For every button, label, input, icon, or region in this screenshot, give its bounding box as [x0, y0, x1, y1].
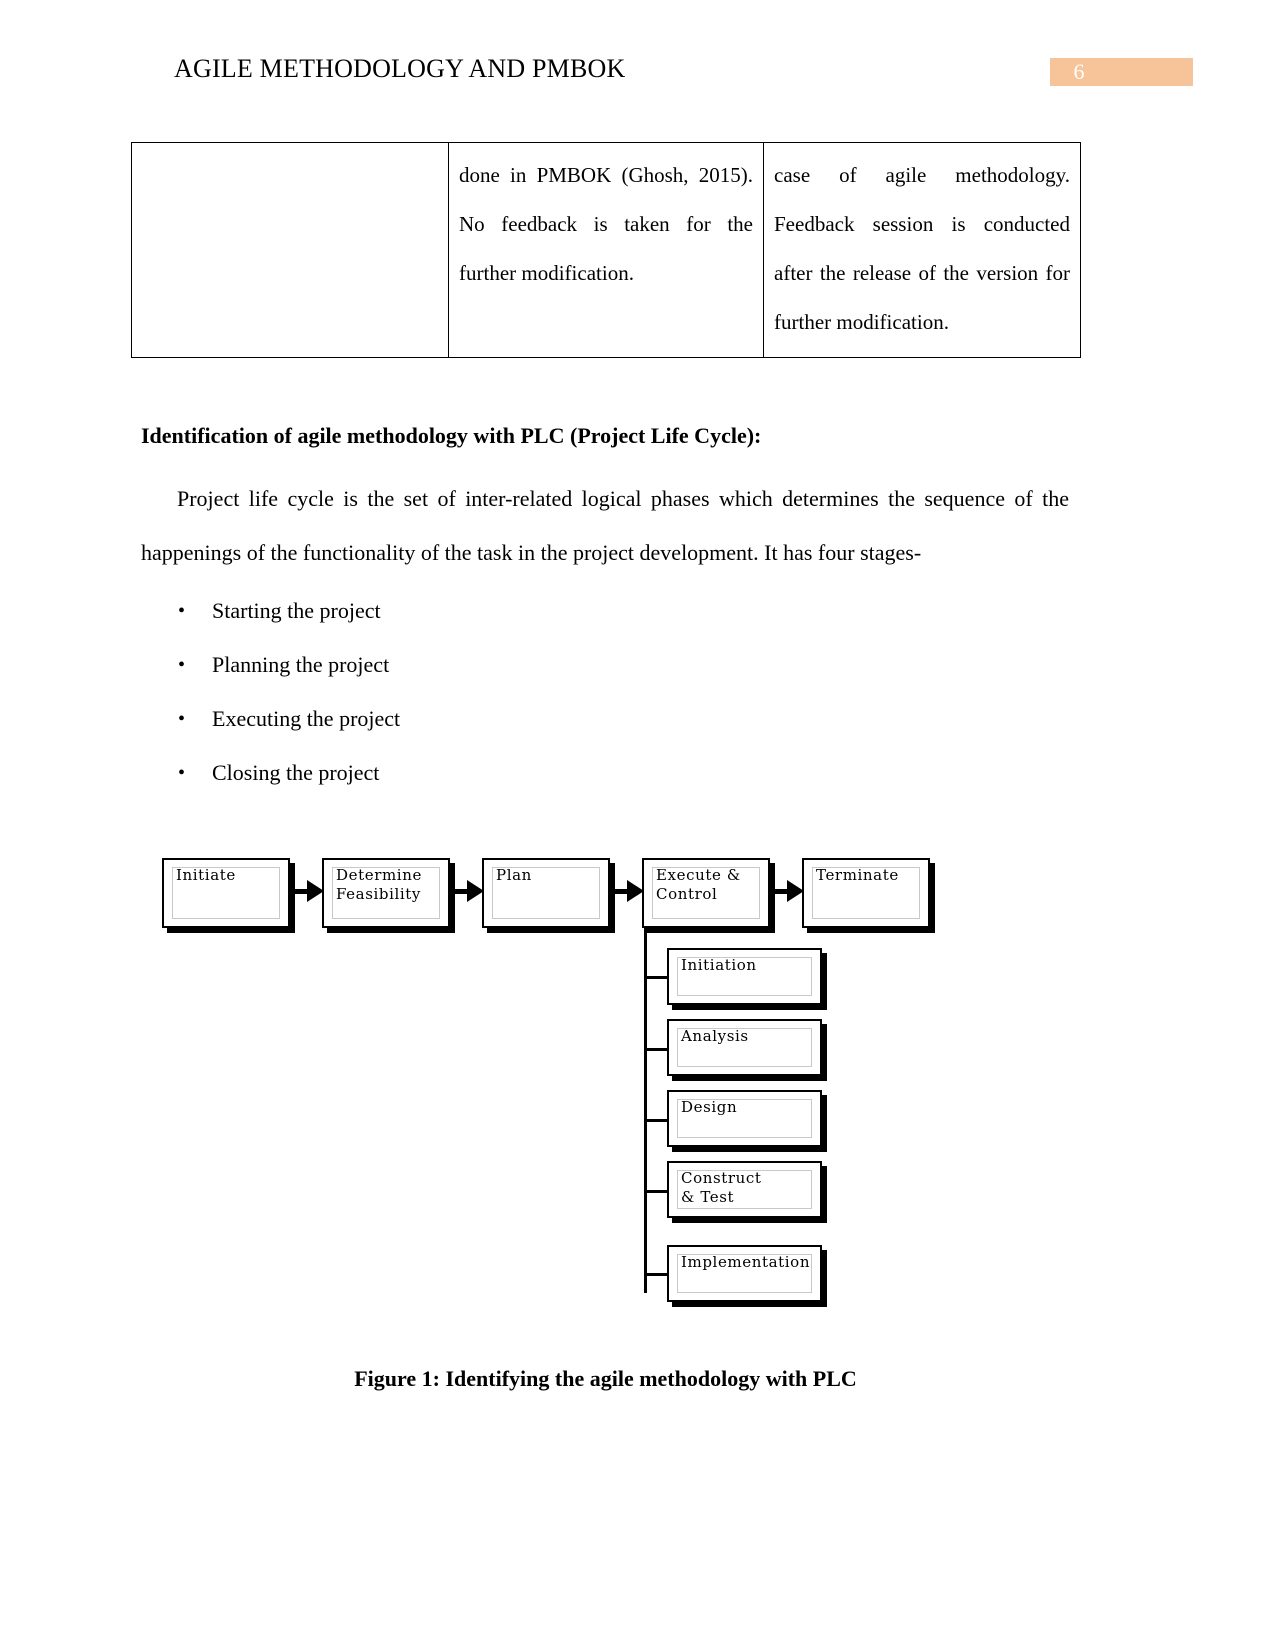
flow-box-execute-control: Execute & Control	[642, 858, 770, 928]
plc-flow-diagram: Initiate Determine Feasibility Plan Exec…	[160, 848, 950, 1318]
list-item: • Starting the project	[141, 598, 841, 652]
list-item: • Closing the project	[141, 760, 841, 814]
flow-box-label: Plan	[496, 866, 532, 884]
list-item-label: Planning the project	[212, 652, 390, 677]
list-item-label: Executing the project	[212, 706, 401, 731]
sub-box-label: Analysis	[681, 1027, 749, 1045]
arrow-stem	[293, 889, 307, 894]
bullet-icon: •	[178, 600, 186, 622]
flow-box-initiate: Initiate	[162, 858, 290, 928]
list-item: • Planning the project	[141, 652, 841, 706]
tree-branch-line	[644, 1273, 668, 1276]
running-head-title: AGILE METHODOLOGY AND PMBOK	[174, 54, 626, 83]
flow-box-label: Determine Feasibility	[336, 866, 422, 903]
list-item-label: Closing the project	[212, 760, 380, 785]
tree-branch-line	[644, 976, 668, 979]
table-cell-pmbok: done in PMBOK (Ghosh, 2015). No feedback…	[448, 142, 764, 358]
table-cell-text: done in PMBOK (Ghosh, 2015). No feedback…	[459, 163, 753, 285]
flow-box-label: Initiate	[176, 866, 236, 884]
sub-box-initiation: Initiation	[667, 948, 822, 1005]
sub-box-implementation: Implementation	[667, 1245, 822, 1302]
sub-box-label: Implementation	[681, 1253, 811, 1271]
list-item: • Executing the project	[141, 706, 841, 760]
sub-box-label: Initiation	[681, 956, 757, 974]
sub-box-analysis: Analysis	[667, 1019, 822, 1076]
table-cell-agile: case of agile methodology. Feedback sess…	[763, 142, 1081, 358]
table-body: done in PMBOK (Ghosh, 2015). No feedback…	[131, 142, 1081, 358]
bullet-icon: •	[178, 708, 186, 730]
flow-box-terminate: Terminate	[802, 858, 930, 928]
stages-bullet-list: • Starting the project • Planning the pr…	[141, 598, 841, 814]
arrow-stem	[773, 889, 787, 894]
tree-branch-line	[644, 1119, 668, 1122]
flow-box-label: Terminate	[816, 866, 899, 884]
tree-branch-line	[644, 1190, 668, 1193]
body-paragraph: Project life cycle is the set of inter-r…	[141, 486, 1069, 565]
table-row: done in PMBOK (Ghosh, 2015). No feedback…	[131, 142, 1081, 358]
sub-box-construct-test: Construct & Test	[667, 1161, 822, 1218]
sub-box-design: Design	[667, 1090, 822, 1147]
page-number-label: 6	[1073, 59, 1085, 84]
comparison-table: done in PMBOK (Ghosh, 2015). No feedback…	[131, 142, 1081, 358]
bullet-icon: •	[178, 762, 186, 784]
sub-box-label: Design	[681, 1098, 738, 1116]
flow-box-plan: Plan	[482, 858, 610, 928]
section-heading: Identification of agile methodology with…	[141, 423, 762, 448]
arrow-stem	[613, 889, 627, 894]
list-item-label: Starting the project	[212, 598, 381, 623]
sub-box-label: Construct & Test	[681, 1169, 762, 1206]
figure-caption: Figure 1: Identifying the agile methodol…	[354, 1366, 857, 1391]
tree-branch-line	[644, 1048, 668, 1051]
tree-trunk-line	[644, 928, 647, 1293]
table-cell-text: case of agile methodology. Feedback sess…	[774, 163, 1070, 334]
table-cell-empty	[131, 142, 449, 358]
arrow-stem	[453, 889, 467, 894]
flow-box-determine-feasibility: Determine Feasibility	[322, 858, 450, 928]
flow-box-label: Execute & Control	[656, 866, 741, 903]
bullet-icon: •	[178, 654, 186, 676]
